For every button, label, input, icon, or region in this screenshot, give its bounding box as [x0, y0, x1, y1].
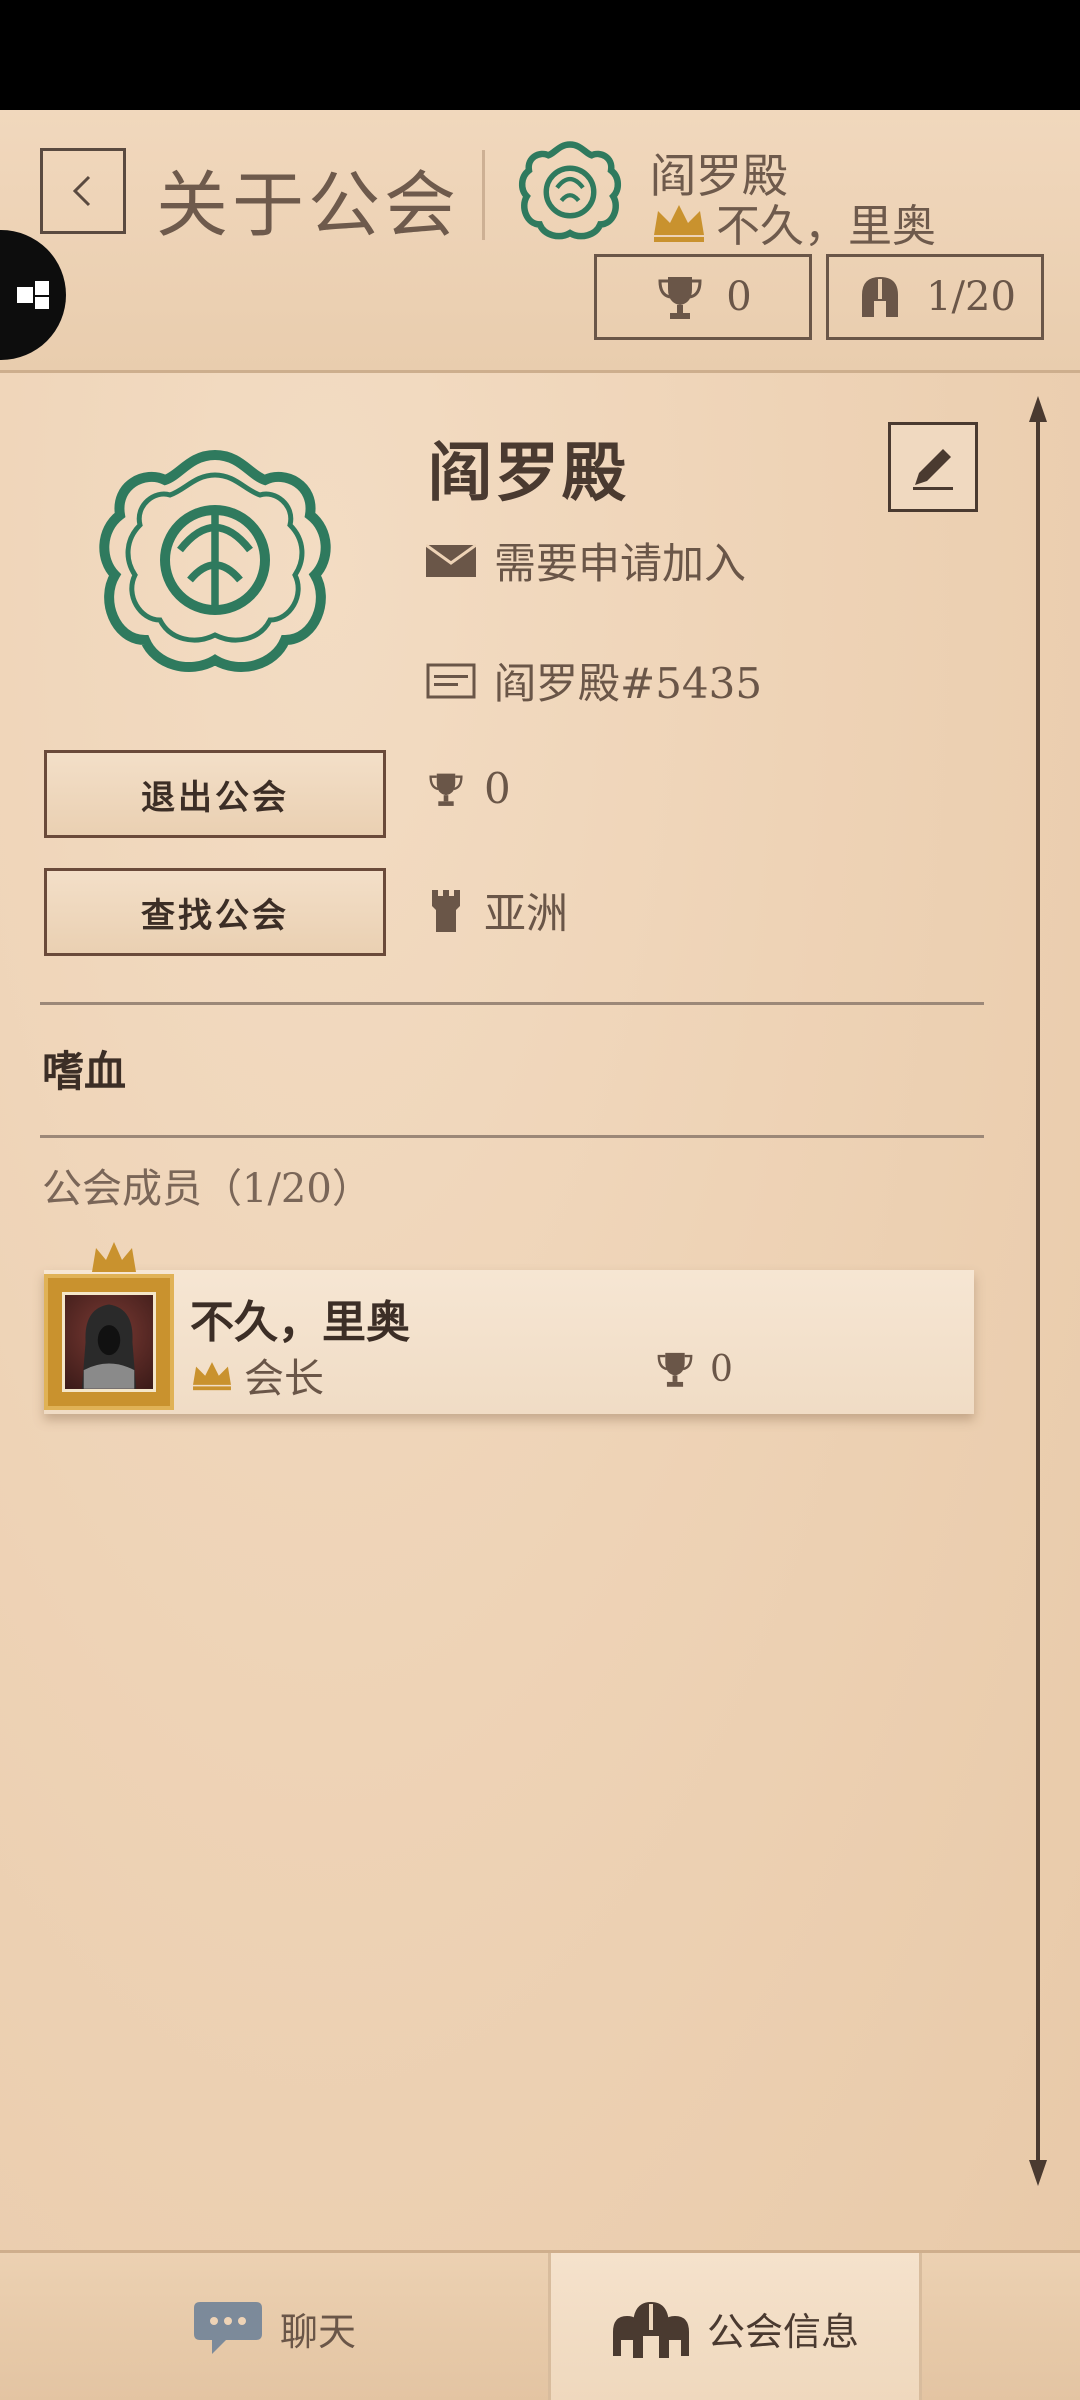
- status-bar: [0, 0, 1080, 110]
- guild-emblem-large-icon: [99, 449, 331, 673]
- crown-icon: [193, 1362, 231, 1391]
- avatar-portrait: [62, 1292, 156, 1392]
- helmet-icon: [862, 277, 899, 317]
- guild-description: 嗜血: [42, 1047, 127, 1096]
- guild-region-row: 亚洲: [426, 880, 568, 941]
- envelope-icon: [426, 543, 476, 577]
- pencil-icon: [913, 449, 953, 490]
- trophy-icon: [429, 773, 463, 806]
- puzzle-icon: [17, 281, 49, 309]
- find-guild-button[interactable]: 查找公会: [44, 868, 386, 956]
- member-trophies: 0: [654, 1348, 733, 1390]
- scrollbar[interactable]: [1026, 396, 1050, 2186]
- header-trophies-box: 0: [594, 254, 812, 340]
- tab-chat[interactable]: 聊天: [0, 2253, 548, 2400]
- guild-info-panel: 阎罗殿 需要申请加入 阎罗殿#5435 0 亚洲 退出公会 查找公会 嗜血 公会…: [0, 370, 1080, 2250]
- divider: [40, 1002, 984, 1005]
- trophy-icon: [658, 277, 702, 319]
- header: 关于公会 阎罗殿 不久，里奥 0 1/20: [0, 110, 1080, 373]
- header-trophies-value: 0: [726, 274, 752, 320]
- tower-icon: [432, 889, 460, 932]
- guild-tag-row: 阎罗殿#5435: [426, 650, 762, 711]
- guild-emblem-icon: [518, 141, 622, 240]
- tab-guild-info-label: 公会信息: [706, 2309, 859, 2354]
- guild-trophies-value: 0: [484, 764, 511, 813]
- header-members-box: 1/20: [826, 254, 1044, 340]
- header-members-value: 1/20: [926, 274, 1016, 320]
- guild-page: 关于公会 阎罗殿 不久，里奥 0 1/20 阎罗殿 需要申请加入 阎罗殿#543…: [0, 110, 1080, 2400]
- join-type-text: 需要申请加入: [494, 539, 747, 588]
- member-trophies-value: 0: [710, 1348, 733, 1390]
- header-leader-name: 不久，里奥: [716, 201, 936, 252]
- avatar: [44, 1242, 174, 1410]
- header-divider: [482, 150, 485, 240]
- guild-region-text: 亚洲: [484, 889, 569, 938]
- header-leader: 不久，里奥: [650, 190, 936, 254]
- trophy-icon: [657, 1352, 693, 1387]
- crown-icon: [654, 205, 704, 242]
- member-row[interactable]: 不久，里奥 会长 0: [44, 1242, 974, 1414]
- divider: [40, 1135, 984, 1138]
- chevron-left-icon: [72, 175, 91, 207]
- back-button[interactable]: [40, 148, 126, 234]
- page-title: 关于公会: [156, 163, 461, 247]
- guild-name: 阎罗殿: [428, 436, 629, 511]
- id-card-icon: [426, 663, 476, 698]
- leave-guild-button[interactable]: 退出公会: [44, 750, 386, 838]
- edit-button[interactable]: [888, 422, 978, 512]
- member-role: 会长: [190, 1346, 324, 1404]
- side-puzzle-tab[interactable]: [0, 230, 66, 360]
- members-title: 公会成员（1/20）: [42, 1166, 372, 1212]
- hooded-figure-icon: [81, 1304, 137, 1389]
- member-role-text: 会长: [244, 1356, 324, 1402]
- tab-guild-info[interactable]: 公会信息: [548, 2253, 922, 2400]
- chat-bubble-icon: [193, 2302, 262, 2354]
- crown-icon: [92, 1242, 136, 1272]
- tab-chat-label: 聊天: [279, 2309, 356, 2354]
- bottom-tab-bar: 聊天 公会信息: [0, 2250, 1080, 2400]
- member-name: 不久，里奥: [190, 1297, 410, 1348]
- helmets-group-icon: [612, 2302, 689, 2358]
- guild-tag-text: 阎罗殿#5435: [494, 659, 763, 708]
- guild-trophies-row: 0: [426, 764, 511, 813]
- join-type-row: 需要申请加入: [426, 530, 746, 591]
